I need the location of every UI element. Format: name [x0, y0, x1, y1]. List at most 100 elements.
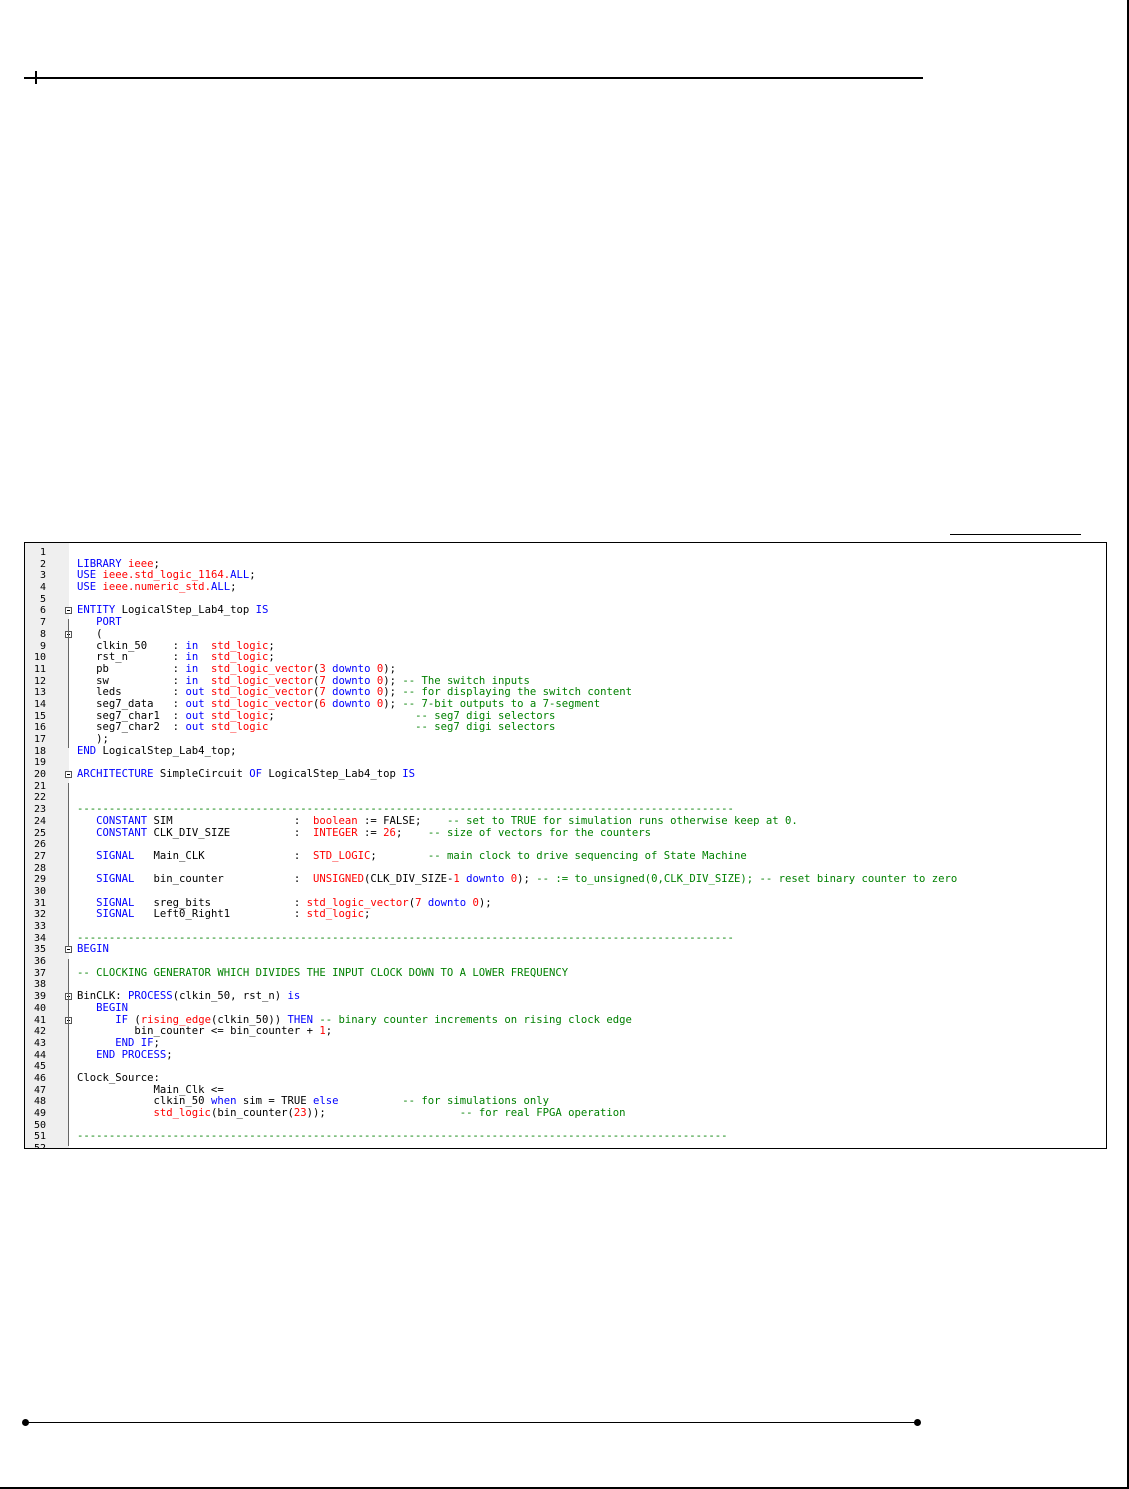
code-token: Main_CLK :	[153, 849, 313, 862]
code-token: -- seg7 digi selectors	[415, 721, 556, 734]
code-line: 42 bin_counter <= bin_counter + 1;	[25, 1025, 1106, 1038]
code-token: IS	[255, 604, 269, 617]
code-token: Clock_Source:	[77, 1071, 160, 1084]
code-text: SIGNAL Left0_Right1 : std_logic;	[77, 908, 371, 921]
code-token: SIGNAL	[77, 849, 154, 862]
line-number: 7	[39, 617, 46, 629]
fold-guide	[68, 783, 69, 947]
code-token: );	[478, 896, 492, 909]
code-text: -- CLOCKING GENERATOR WHICH DIVIDES THE …	[77, 966, 569, 980]
code-token: std_logic	[210, 651, 269, 664]
code-token: in	[185, 674, 211, 687]
code-token: seg7_char1 :	[77, 709, 186, 722]
code-token: is	[287, 990, 301, 1003]
code-token: boolean	[313, 814, 358, 827]
code-token: clkin_50 :	[77, 639, 186, 652]
line-number: 42	[33, 1026, 46, 1038]
code-token: in	[185, 662, 211, 675]
line-number: 28	[33, 862, 46, 874]
footer-rule-right-dot	[914, 1419, 921, 1426]
line-number: 39	[33, 991, 46, 1003]
code-token: -- for real FPGA operation	[459, 1107, 626, 1119]
code-token: (bin_counter(	[210, 1107, 294, 1119]
line-number: 36	[33, 956, 46, 968]
code-token: ;	[395, 826, 428, 839]
code-token: END IF	[77, 1036, 154, 1049]
code-token: :=	[357, 826, 384, 839]
code-token: -- set to TRUE for simulation runs other…	[446, 814, 798, 827]
code-token: END PROCESS	[77, 1048, 167, 1061]
line-number: 22	[33, 792, 46, 804]
code-token: BinCLK:	[77, 990, 129, 1003]
fold-toggle-icon[interactable]	[65, 607, 72, 615]
line-number: 34	[33, 932, 46, 944]
code-text: ----------------------------------------…	[77, 1131, 728, 1143]
code-token: std_logic_vector	[210, 674, 314, 687]
code-line: 20 ARCHITECTURE SimpleCircuit OF LogicalS…	[25, 768, 1106, 781]
code-token: LogicalStep_Lab4_top	[268, 768, 403, 781]
code-token: SIGNAL	[77, 896, 154, 909]
code-line: 7 PORT	[25, 616, 1106, 629]
line-number: 4	[39, 582, 46, 594]
code-token: ----------------------------------------…	[77, 931, 734, 944]
code-token: ;	[364, 908, 371, 921]
code-token: sw :	[77, 674, 186, 687]
code-token: std_logic	[210, 639, 269, 652]
code-token: (CLK_DIV_SIZE-	[364, 873, 454, 886]
line-number: 13	[33, 687, 46, 699]
code-token: (	[77, 627, 103, 640]
code-line: 1	[25, 547, 1106, 559]
code-token: std_logic	[210, 709, 269, 722]
line-number: 5	[39, 593, 46, 605]
caption-rule	[950, 534, 1081, 535]
code-token: := FALSE;	[357, 814, 447, 827]
code-token: ;	[166, 1048, 173, 1061]
code-line: 52	[25, 1143, 1106, 1148]
code-token: std_logic	[210, 721, 269, 734]
code-token: downto	[421, 896, 473, 909]
code-line: 4 USE ieee.numeric_std.ALL;	[25, 581, 1106, 594]
code-token: -- CLOCKING GENERATOR WHICH DIVIDES THE …	[77, 966, 569, 979]
code-text: std_logic(bin_counter(23)); -- for real …	[77, 1107, 626, 1120]
code-line: 6 ENTITY LogicalStep_Lab4_top IS	[25, 605, 1106, 617]
code-token: LIBRARY	[77, 557, 129, 570]
code-token: out	[185, 686, 211, 699]
fold-toggle-icon[interactable]	[65, 946, 72, 954]
line-number: 9	[39, 640, 46, 652]
line-number: 50	[33, 1119, 46, 1131]
code-token: out	[185, 697, 211, 710]
line-number: 20	[33, 769, 46, 781]
code-token: ALL	[210, 581, 231, 594]
code-token: Left0_Right1 :	[153, 908, 307, 921]
code-token: ;	[268, 709, 416, 722]
code-token: Main_Clk <=	[77, 1083, 224, 1096]
line-number: 32	[33, 909, 46, 921]
code-token: pb :	[77, 662, 186, 675]
code-token: IS	[402, 768, 416, 781]
code-text: END LogicalStep_Lab4_top;	[77, 745, 236, 758]
line-number: 6	[39, 605, 46, 617]
code-text: BEGIN	[77, 944, 109, 956]
code-token: ;	[230, 581, 237, 594]
code-token: BEGIN	[77, 1001, 129, 1014]
code-token: ieee	[128, 557, 154, 570]
line-number: 26	[33, 839, 46, 851]
code-token: -- for displaying the switch content	[402, 686, 632, 699]
line-number: 17	[33, 734, 46, 745]
line-number: 46	[33, 1072, 46, 1084]
code-token: PORT	[77, 616, 122, 629]
line-number: 27	[33, 850, 46, 862]
code-token: SIGNAL	[77, 873, 154, 886]
code-token: std_logic_vector	[210, 686, 314, 699]
code-token: std_logic	[306, 908, 365, 921]
line-number: 19	[33, 757, 46, 769]
code-token: std_logic_vector	[210, 662, 314, 675]
fold-toggle-icon[interactable]	[65, 771, 72, 779]
header-rule-tick	[35, 71, 37, 84]
code-token: SimpleCircuit	[159, 768, 250, 781]
code-token: ;	[153, 557, 167, 570]
footer-rule-left-dot	[22, 1419, 29, 1426]
code-token: out	[185, 709, 211, 722]
code-token: (clkin_50))	[210, 1013, 288, 1026]
code-token: -- size of vectors for the counters	[427, 826, 652, 839]
